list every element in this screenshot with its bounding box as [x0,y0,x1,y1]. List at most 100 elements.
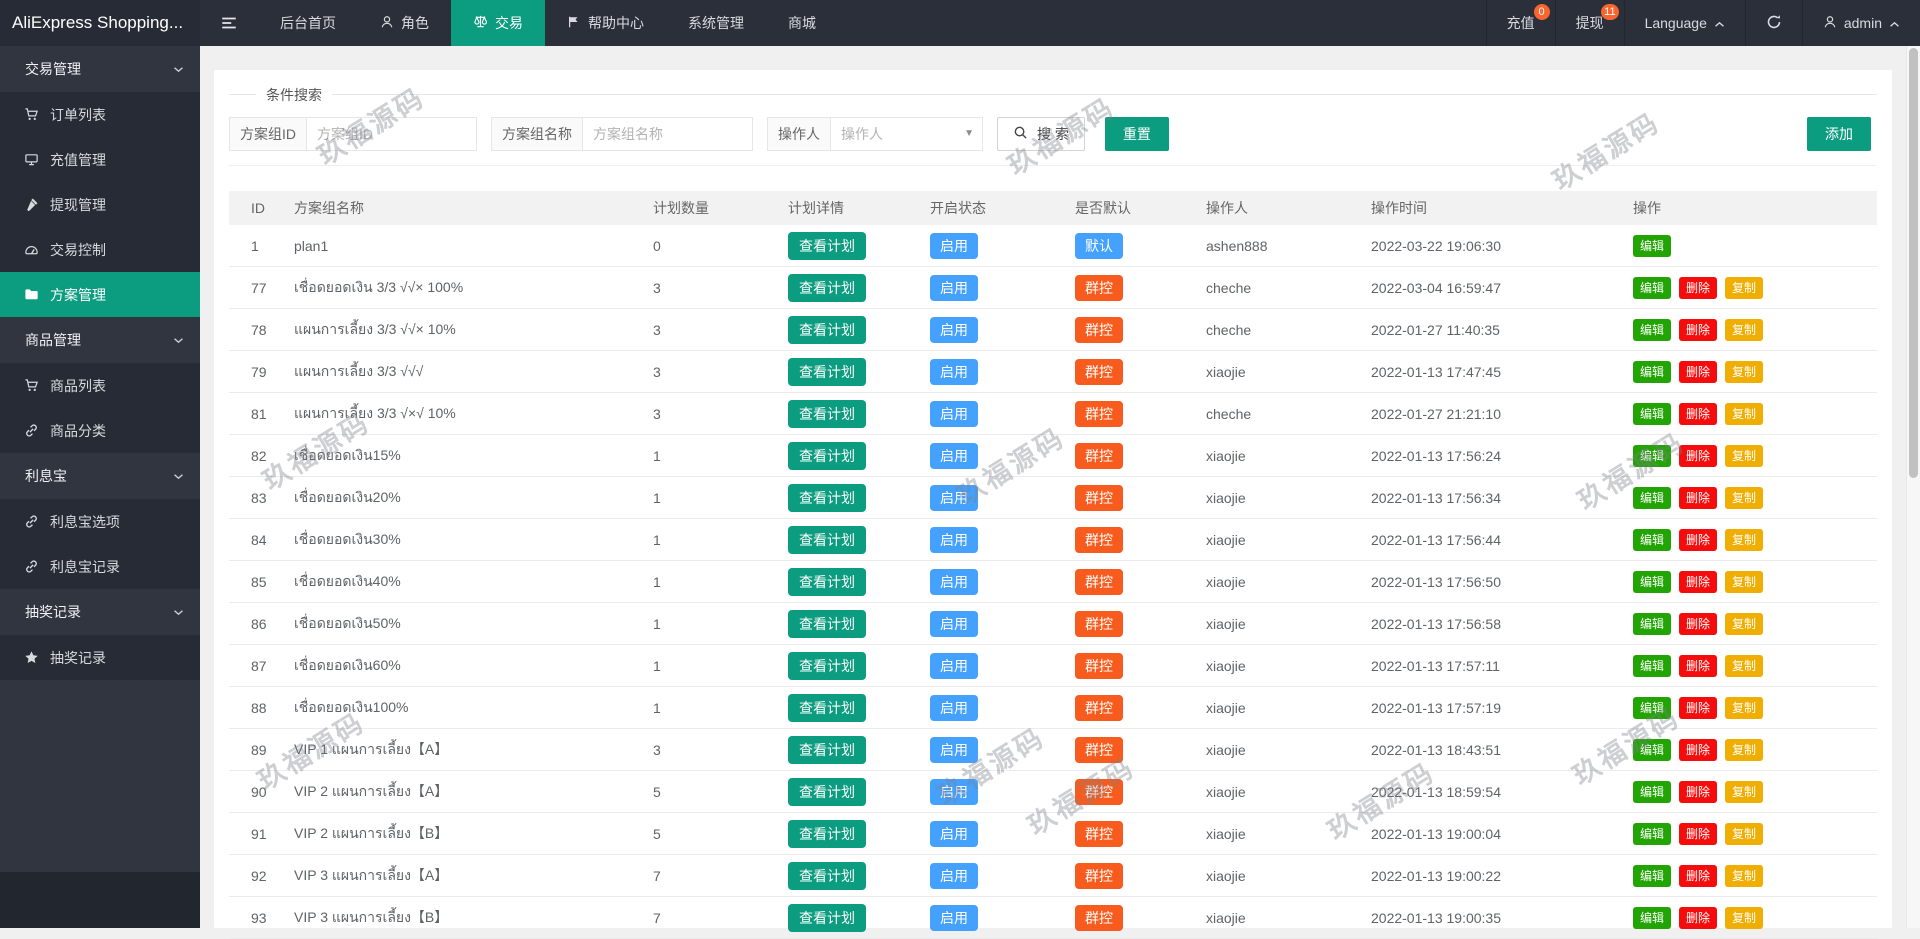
copy-button[interactable]: 复制 [1725,276,1764,299]
default-badge[interactable]: 群控 [1075,736,1123,763]
default-badge[interactable]: 群控 [1075,568,1123,595]
default-badge[interactable]: 群控 [1075,862,1123,889]
nav-mall[interactable]: 商城 [766,0,838,46]
view-plan-button[interactable]: 查看计划 [788,483,866,512]
edit-button[interactable]: 编辑 [1633,276,1672,299]
status-badge[interactable]: 启用 [930,610,978,637]
view-plan-button[interactable]: 查看计划 [788,819,866,848]
delete-button[interactable]: 删除 [1679,654,1718,677]
edit-button[interactable]: 编辑 [1633,780,1672,803]
copy-button[interactable]: 复制 [1725,696,1764,719]
edit-button[interactable]: 编辑 [1633,234,1672,257]
view-plan-button[interactable]: 查看计划 [788,735,866,764]
add-button[interactable]: 添加 [1807,117,1871,151]
withdraw-menu[interactable]: 提现 11 [1554,0,1624,46]
sidebar-item-order-list[interactable]: 订单列表 [0,92,200,137]
edit-button[interactable]: 编辑 [1633,444,1672,467]
default-badge[interactable]: 群控 [1075,610,1123,637]
copy-button[interactable]: 复制 [1725,528,1764,551]
delete-button[interactable]: 删除 [1679,318,1718,341]
default-badge[interactable]: 群控 [1075,904,1123,931]
edit-button[interactable]: 编辑 [1633,402,1672,425]
sidebar-item-plan-manage[interactable]: 方案管理 [0,272,200,317]
delete-button[interactable]: 删除 [1679,864,1718,887]
nav-trade[interactable]: 交易 [451,0,545,46]
default-badge[interactable]: 群控 [1075,358,1123,385]
edit-button[interactable]: 编辑 [1633,612,1672,635]
copy-button[interactable]: 复制 [1725,864,1764,887]
sidebar-item-trade-control[interactable]: 交易控制 [0,227,200,272]
delete-button[interactable]: 删除 [1679,276,1718,299]
sidebar-item-recharge-manage[interactable]: 充值管理 [0,137,200,182]
plan-group-id-input[interactable] [307,117,477,151]
copy-button[interactable]: 复制 [1725,906,1764,929]
view-plan-button[interactable]: 查看计划 [788,693,866,722]
default-badge[interactable]: 群控 [1075,694,1123,721]
edit-button[interactable]: 编辑 [1633,570,1672,593]
status-badge[interactable]: 启用 [930,316,978,343]
copy-button[interactable]: 复制 [1725,780,1764,803]
default-badge[interactable]: 群控 [1075,442,1123,469]
status-badge[interactable]: 启用 [930,568,978,595]
language-menu[interactable]: Language [1623,0,1745,46]
delete-button[interactable]: 删除 [1679,360,1718,383]
view-plan-button[interactable]: 查看计划 [788,525,866,554]
copy-button[interactable]: 复制 [1725,444,1764,467]
reset-button[interactable]: 重置 [1104,117,1169,151]
recharge-menu[interactable]: 充值 0 [1485,0,1555,46]
edit-button[interactable]: 编辑 [1633,654,1672,677]
status-badge[interactable]: 启用 [930,442,978,469]
default-badge[interactable]: 群控 [1075,484,1123,511]
copy-button[interactable]: 复制 [1725,570,1764,593]
status-badge[interactable]: 启用 [930,904,978,931]
edit-button[interactable]: 编辑 [1633,318,1672,341]
search-button[interactable]: 搜 索 [997,117,1085,151]
sidebar-item-lottery-records[interactable]: 抽奖记录 [0,635,200,680]
delete-button[interactable]: 删除 [1679,528,1718,551]
plan-group-name-input[interactable] [583,117,753,151]
view-plan-button[interactable]: 查看计划 [788,777,866,806]
view-plan-button[interactable]: 查看计划 [788,861,866,890]
edit-button[interactable]: 编辑 [1633,360,1672,383]
copy-button[interactable]: 复制 [1725,612,1764,635]
delete-button[interactable]: 删除 [1679,738,1718,761]
copy-button[interactable]: 复制 [1725,360,1764,383]
status-badge[interactable]: 启用 [930,400,978,427]
copy-button[interactable]: 复制 [1725,738,1764,761]
edit-button[interactable]: 编辑 [1633,906,1672,929]
delete-button[interactable]: 删除 [1679,906,1718,929]
copy-button[interactable]: 复制 [1725,822,1764,845]
default-badge[interactable]: 群控 [1075,316,1123,343]
edit-button[interactable]: 编辑 [1633,696,1672,719]
status-badge[interactable]: 启用 [930,358,978,385]
copy-button[interactable]: 复制 [1725,654,1764,677]
edit-button[interactable]: 编辑 [1633,738,1672,761]
default-badge[interactable]: 群控 [1075,274,1123,301]
copy-button[interactable]: 复制 [1725,318,1764,341]
view-plan-button[interactable]: 查看计划 [788,273,866,302]
nav-role[interactable]: 角色 [358,0,451,46]
sidebar-item-goods-category[interactable]: 商品分类 [0,408,200,453]
copy-button[interactable]: 复制 [1725,402,1764,425]
default-badge[interactable]: 群控 [1075,820,1123,847]
view-plan-button[interactable]: 查看计划 [788,231,866,260]
status-badge[interactable]: 启用 [930,778,978,805]
view-plan-button[interactable]: 查看计划 [788,903,866,932]
status-badge[interactable]: 启用 [930,526,978,553]
edit-button[interactable]: 编辑 [1633,528,1672,551]
nav-home[interactable]: 后台首页 [258,0,358,46]
sidebar-group-trade-manage[interactable]: 交易管理 [0,46,200,92]
view-plan-button[interactable]: 查看计划 [788,399,866,428]
collapse-menu-icon[interactable] [200,0,258,46]
sidebar-item-goods-list[interactable]: 商品列表 [0,363,200,408]
delete-button[interactable]: 删除 [1679,696,1718,719]
user-menu[interactable]: admin [1801,0,1920,46]
view-plan-button[interactable]: 查看计划 [788,567,866,596]
copy-button[interactable]: 复制 [1725,486,1764,509]
view-plan-button[interactable]: 查看计划 [788,315,866,344]
sidebar-item-withdraw-manage[interactable]: 提现管理 [0,182,200,227]
view-plan-button[interactable]: 查看计划 [788,609,866,638]
status-badge[interactable]: 启用 [930,862,978,889]
status-badge[interactable]: 启用 [930,652,978,679]
view-plan-button[interactable]: 查看计划 [788,651,866,680]
